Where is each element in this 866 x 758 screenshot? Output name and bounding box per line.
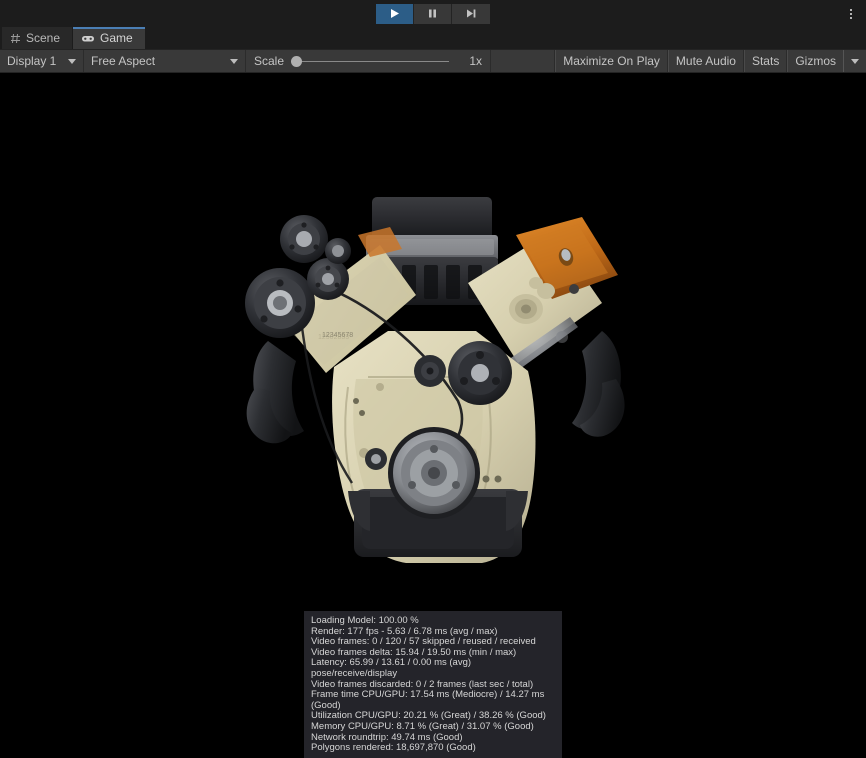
play-control-bar [0, 0, 866, 27]
scale-control: Scale 1x [246, 50, 491, 72]
pause-button[interactable] [414, 4, 452, 24]
svg-text:12502833: 12502833 [318, 334, 349, 341]
aspect-ratio-label: Free Aspect [91, 54, 155, 68]
grid-icon [10, 33, 21, 44]
tab-game-label: Game [100, 31, 133, 45]
gizmos-dropdown-button[interactable] [843, 50, 866, 72]
stat-line-latency: Latency: 65.99 / 13.61 / 0.00 ms (avg) p… [311, 658, 555, 679]
game-viewport[interactable]: 12345678 12502833 [0, 73, 866, 758]
chevron-down-icon [68, 59, 76, 64]
mute-audio-label: Mute Audio [676, 54, 736, 68]
gamepad-icon [81, 33, 95, 44]
step-button[interactable] [452, 4, 490, 24]
stats-label: Stats [752, 54, 779, 68]
stat-line-loading-model: Loading Model: 100.00 % [311, 616, 555, 627]
tab-scene[interactable]: Scene [2, 27, 73, 49]
game-view-toolbar: Display 1 Free Aspect Scale 1x Maximize … [0, 49, 866, 73]
maximize-on-play-label: Maximize On Play [563, 54, 660, 68]
scale-slider[interactable] [291, 54, 449, 68]
tab-scene-label: Scene [26, 31, 60, 45]
stat-line-memory: Memory CPU/GPU: 8.71 % (Great) / 31.07 %… [311, 722, 555, 733]
stat-line-polygons: Polygons rendered: 18,697,870 (Good) [311, 743, 555, 754]
aspect-ratio-selector[interactable]: Free Aspect [84, 50, 246, 72]
more-vertical-icon[interactable] [842, 0, 860, 27]
panel-tab-strip: Scene Game [0, 27, 866, 49]
play-controls-group [376, 4, 490, 24]
stats-button[interactable]: Stats [744, 50, 787, 72]
scale-value: 1x [456, 54, 482, 68]
mute-audio-button[interactable]: Mute Audio [668, 50, 744, 72]
gizmos-button[interactable]: Gizmos [787, 50, 843, 72]
play-icon [389, 8, 400, 19]
toolbar-spacer [491, 50, 555, 72]
display-selector-label: Display 1 [7, 54, 56, 68]
play-button[interactable] [376, 4, 414, 24]
toolbar-right-group: Maximize On Play Mute Audio Stats Gizmos [555, 50, 866, 72]
chevron-down-icon [851, 59, 859, 64]
gizmos-label: Gizmos [795, 54, 836, 68]
pause-icon [427, 8, 438, 19]
v6-engine-model: 12345678 12502833 [230, 191, 650, 573]
stats-overlay-panel: Loading Model: 100.00 % Render: 177 fps … [304, 611, 562, 758]
maximize-on-play-button[interactable]: Maximize On Play [555, 50, 668, 72]
display-selector[interactable]: Display 1 [0, 50, 84, 72]
tab-game[interactable]: Game [73, 27, 146, 49]
scale-slider-handle[interactable] [291, 56, 302, 67]
scale-label: Scale [254, 54, 284, 68]
chevron-down-icon [230, 59, 238, 64]
stat-line-frame-time: Frame time CPU/GPU: 17.54 ms (Mediocre) … [311, 690, 555, 711]
step-forward-icon [465, 8, 477, 19]
scale-slider-track [291, 61, 449, 62]
